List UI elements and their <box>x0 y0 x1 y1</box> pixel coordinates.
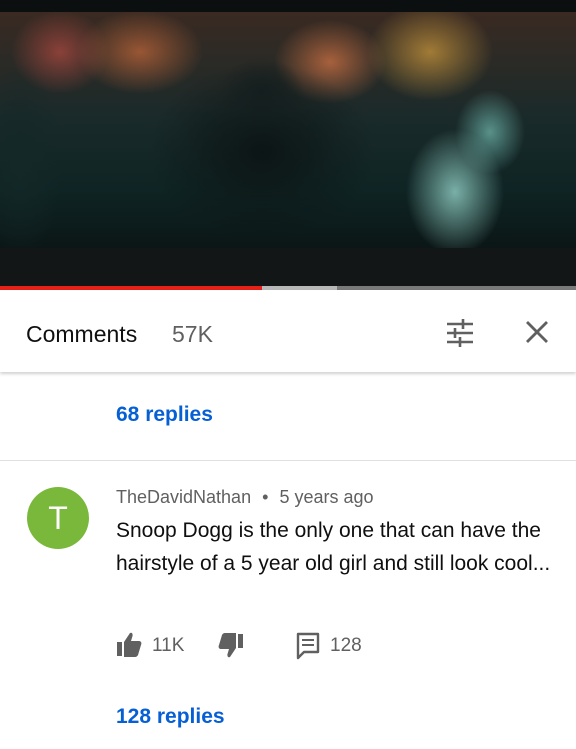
comment-icon[interactable] <box>296 630 320 662</box>
close-icon[interactable] <box>522 317 552 347</box>
thumbs-down-icon[interactable] <box>218 630 244 662</box>
reply-count: 128 <box>330 635 362 656</box>
meta-separator: • <box>262 487 269 507</box>
comment-text: Snoop Dogg is the only one that can have… <box>116 519 551 575</box>
comments-header: Comments 57K <box>0 290 576 372</box>
view-replies-link[interactable]: 128 replies <box>116 705 225 729</box>
video-letterbox <box>0 248 576 286</box>
video-frame <box>0 12 576 248</box>
comment-divider <box>0 460 576 461</box>
comment-time: 5 years ago <box>279 487 374 507</box>
comments-count: 57K <box>172 321 213 347</box>
like-count: 11K <box>152 635 185 656</box>
sort-sliders-icon[interactable] <box>443 316 477 350</box>
comment-meta: TheDavidNathan • 5 years ago <box>116 487 374 508</box>
avatar-letter: T <box>48 500 68 536</box>
thumbs-up-icon[interactable] <box>116 630 142 662</box>
avatar[interactable]: T <box>27 487 89 549</box>
view-replies-link[interactable]: 68 replies <box>116 403 213 427</box>
comment-author[interactable]: TheDavidNathan <box>116 487 251 507</box>
video-player[interactable] <box>0 0 576 288</box>
comments-title: Comments <box>26 321 138 347</box>
